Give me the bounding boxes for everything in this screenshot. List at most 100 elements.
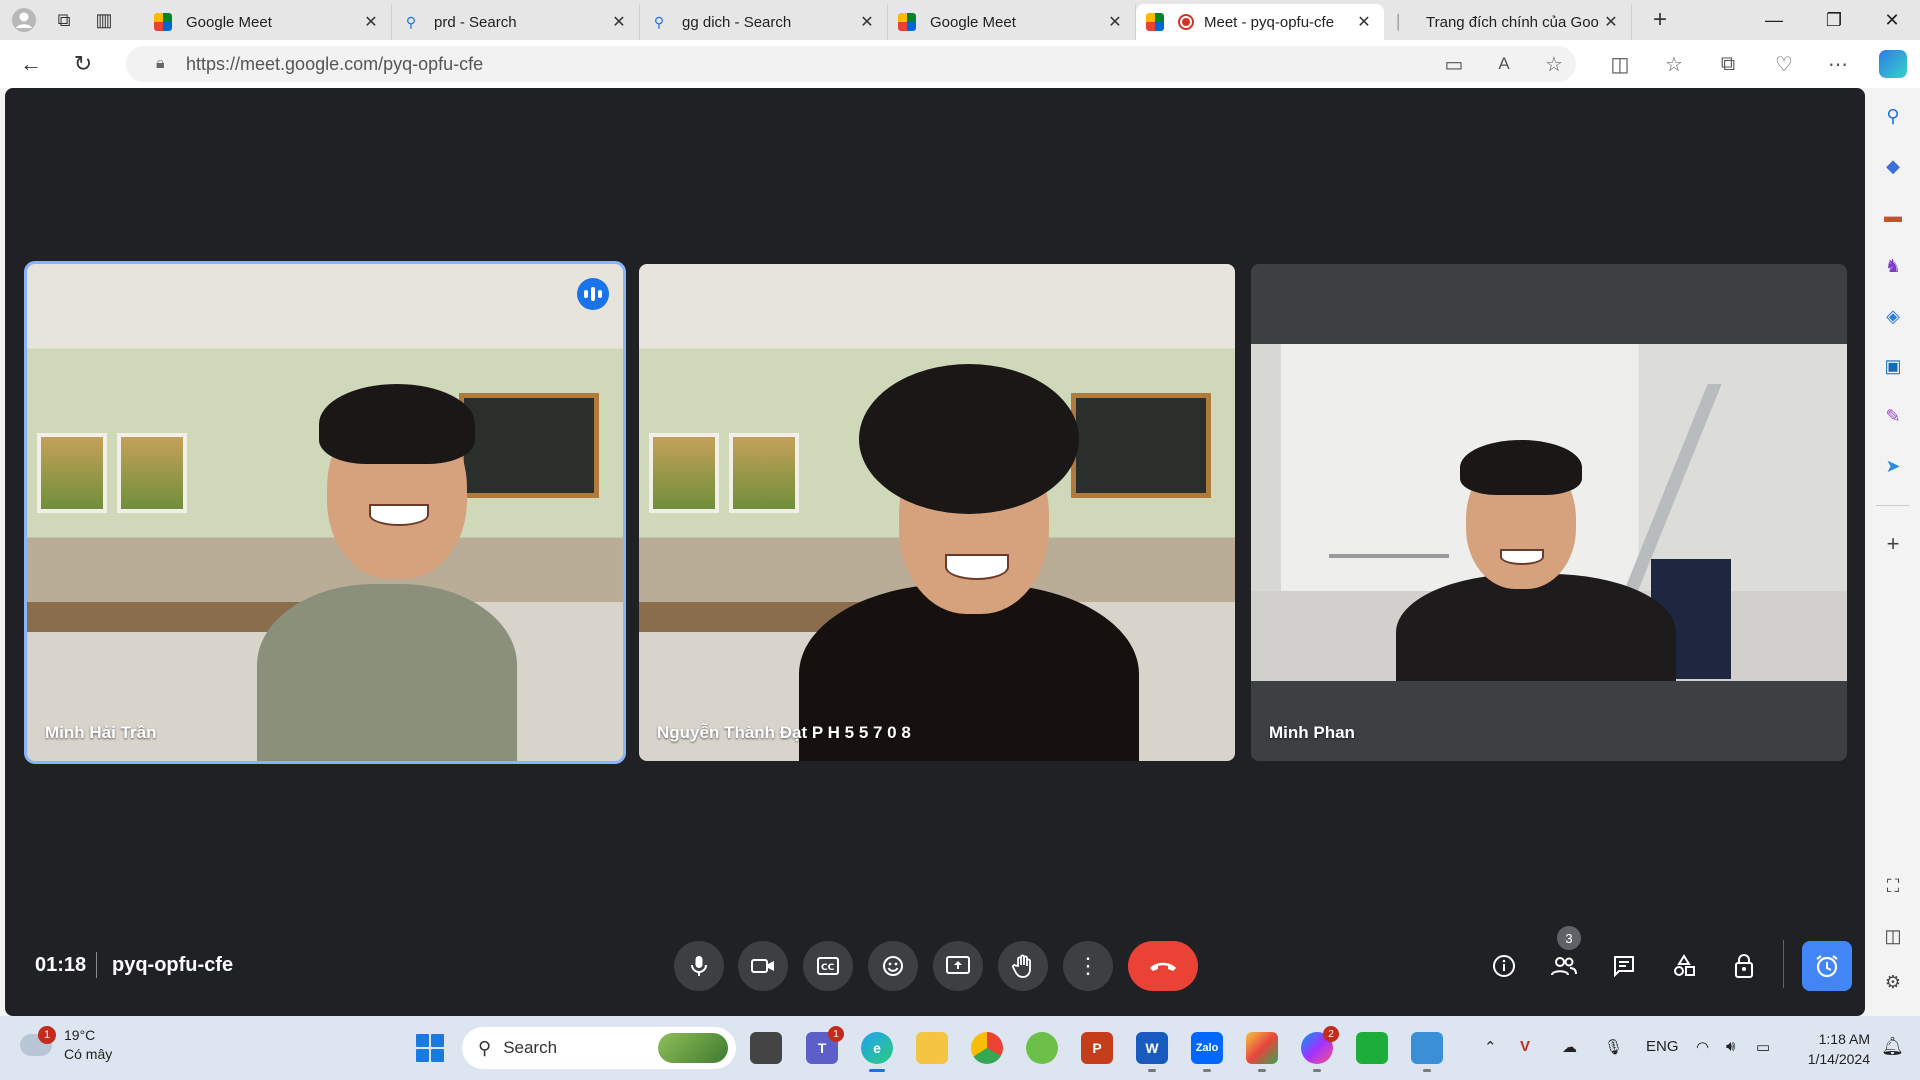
close-tab-icon[interactable]: ✕ xyxy=(361,12,381,32)
file-explorer-icon[interactable] xyxy=(916,1032,948,1064)
games-icon[interactable]: ♞ xyxy=(1879,252,1907,280)
designer-icon[interactable]: ✎ xyxy=(1879,402,1907,430)
present-screen-button[interactable] xyxy=(933,941,983,991)
more-menu-icon[interactable]: ⋯ xyxy=(1820,50,1856,78)
outlook-icon[interactable]: ▣ xyxy=(1879,352,1907,380)
language-indicator[interactable]: ENG xyxy=(1646,1038,1679,1055)
browser-essentials-icon[interactable]: ♡ xyxy=(1766,50,1802,78)
captions-button[interactable]: CC xyxy=(803,941,853,991)
tab-google-landing[interactable]: ▏ Trang đích chính của Goo ✕ xyxy=(1384,4,1632,40)
participant-tile[interactable]: Nguyễn Thành Đạt P H 5 5 7 0 8 xyxy=(639,264,1235,761)
close-tab-icon[interactable]: ✕ xyxy=(1354,12,1374,32)
close-window-icon[interactable]: ✕ xyxy=(1864,0,1920,40)
copilot-icon[interactable] xyxy=(1879,50,1907,78)
cloud-icon: 1 xyxy=(20,1026,56,1056)
close-tab-icon[interactable]: ✕ xyxy=(609,12,629,32)
favorites-icon[interactable]: ☆ xyxy=(1656,50,1692,78)
show-hidden-icons[interactable]: ⌃ xyxy=(1484,1038,1497,1056)
meeting-details-button[interactable] xyxy=(1484,946,1524,986)
raise-hand-button[interactable] xyxy=(998,941,1048,991)
present-icon xyxy=(946,956,970,974)
shapes-icon xyxy=(1674,954,1695,976)
send-icon[interactable]: ➤ xyxy=(1879,452,1907,480)
alarm-clock-button[interactable] xyxy=(1802,941,1852,991)
tab-google-meet-1[interactable]: Google Meet ✕ xyxy=(144,4,392,40)
task-view-icon[interactable] xyxy=(750,1032,782,1064)
weather-widget[interactable]: 1 19°C Có mây xyxy=(20,1026,112,1064)
collections-icon[interactable]: ⧉ xyxy=(1710,50,1746,78)
shopping-tag-icon[interactable]: ◆ xyxy=(1879,152,1907,180)
close-tab-icon[interactable]: ✕ xyxy=(1601,12,1621,32)
camera-permission-icon[interactable]: ▭ xyxy=(1436,50,1472,78)
tab-meet-active[interactable]: Meet - pyq-opfu-cfe ✕ xyxy=(1136,4,1384,40)
vivaldi-tray-icon[interactable]: V xyxy=(1520,1038,1530,1055)
start-button[interactable] xyxy=(416,1034,444,1062)
maximize-icon[interactable]: ❐ xyxy=(1806,0,1862,40)
tab-prd-search[interactable]: ⚲ prd - Search ✕ xyxy=(392,4,640,40)
captions-icon: CC xyxy=(817,957,839,975)
word-icon[interactable]: W xyxy=(1136,1032,1168,1072)
sidebar-toggle-icon[interactable]: ◫ xyxy=(1879,922,1907,950)
messenger-icon[interactable]: 2 xyxy=(1301,1026,1339,1072)
divider xyxy=(1783,940,1784,988)
volume-icon[interactable]: 🔊︎ xyxy=(1726,1038,1735,1055)
url-text: https://meet.google.com/pyq-opfu-cfe xyxy=(186,53,484,74)
search-icon[interactable]: ⚲ xyxy=(1879,102,1907,130)
minimize-icon[interactable]: — xyxy=(1746,0,1802,40)
participant-name: Nguyễn Thành Đạt P H 5 5 7 0 8 xyxy=(657,723,911,742)
powerpoint-icon[interactable]: P xyxy=(1081,1032,1113,1064)
leave-call-button[interactable] xyxy=(1128,941,1198,991)
camera-button[interactable] xyxy=(738,941,788,991)
new-tab-icon[interactable]: + xyxy=(1640,0,1680,40)
tools-icon[interactable]: ▬ xyxy=(1879,202,1907,230)
add-icon[interactable]: + xyxy=(1879,530,1907,558)
close-tab-icon[interactable]: ✕ xyxy=(857,12,877,32)
tab-gg-dich-search[interactable]: ⚲ gg dich - Search ✕ xyxy=(640,4,888,40)
battery-icon[interactable]: ▭ xyxy=(1756,1038,1770,1056)
browser-tab-strip: ⧉ ▥ Google Meet ✕ ⚲ prd - Search ✕ ⚲ gg … xyxy=(0,0,1920,40)
participant-tile[interactable]: Minh Phan xyxy=(1251,264,1847,761)
tab-google-meet-2[interactable]: Google Meet ✕ xyxy=(888,4,1136,40)
people-button[interactable] xyxy=(1544,946,1584,986)
more-options-button[interactable]: ⋮ xyxy=(1063,941,1113,991)
edge-icon[interactable]: e xyxy=(861,1032,893,1072)
alarm-clock-icon xyxy=(1816,955,1838,978)
read-aloud-icon[interactable]: A xyxy=(1486,50,1522,78)
zalo-icon[interactable]: Zalo xyxy=(1191,1032,1223,1072)
onedrive-icon[interactable]: ☁ xyxy=(1562,1038,1577,1056)
taskbar: 1 19°C Có mây ⚲ Search T 1 e P W Zalo 2 … xyxy=(0,1016,1920,1080)
app-green-icon[interactable] xyxy=(1026,1032,1058,1064)
lock-person-icon xyxy=(1735,954,1753,978)
microsoft365-icon[interactable]: ◈ xyxy=(1879,302,1907,330)
camera-icon xyxy=(751,959,774,973)
app-green-square-icon[interactable] xyxy=(1356,1032,1388,1064)
taskbar-search[interactable]: ⚲ Search xyxy=(462,1027,736,1069)
url-field[interactable]: 🔒︎ https://meet.google.com/pyq-opfu-cfe xyxy=(126,46,1576,82)
close-tab-icon[interactable]: ✕ xyxy=(1105,12,1125,32)
activities-button[interactable] xyxy=(1664,946,1704,986)
app-colorful-icon[interactable] xyxy=(1246,1032,1278,1072)
microphone-button[interactable] xyxy=(674,941,724,991)
host-controls-button[interactable] xyxy=(1724,946,1764,986)
notification-bell-icon[interactable]: 🔔︎ xyxy=(1881,1036,1904,1057)
clock[interactable]: 1:18 AM 1/14/2024 xyxy=(1808,1029,1870,1069)
participant-tile[interactable]: Minh Hải Trần xyxy=(24,261,626,764)
vertical-tabs-icon[interactable]: ▥ xyxy=(84,0,124,40)
screenshot-icon[interactable]: ⛶ xyxy=(1879,872,1907,900)
chrome-icon[interactable] xyxy=(971,1032,1003,1064)
chat-button[interactable] xyxy=(1604,946,1644,986)
teams-icon[interactable]: T 1 xyxy=(806,1026,844,1064)
workspaces-icon[interactable]: ⧉ xyxy=(44,0,84,40)
back-icon[interactable]: ← xyxy=(8,44,54,84)
reactions-button[interactable] xyxy=(868,941,918,991)
split-screen-icon[interactable]: ◫ xyxy=(1602,50,1638,78)
refresh-icon[interactable]: ↻ xyxy=(60,44,106,84)
notepad-icon[interactable] xyxy=(1411,1032,1443,1072)
wifi-icon[interactable]: ◠ xyxy=(1696,1038,1709,1056)
profile-icon[interactable] xyxy=(4,0,44,40)
settings-gear-icon[interactable]: ⚙ xyxy=(1879,968,1907,996)
microphone-tray-icon[interactable]: 🎙︎ xyxy=(1604,1038,1623,1056)
weather-desc: Có mây xyxy=(64,1046,113,1062)
favorite-star-icon[interactable]: ☆ xyxy=(1536,50,1572,78)
clock-date: 1/14/2024 xyxy=(1807,1051,1870,1067)
